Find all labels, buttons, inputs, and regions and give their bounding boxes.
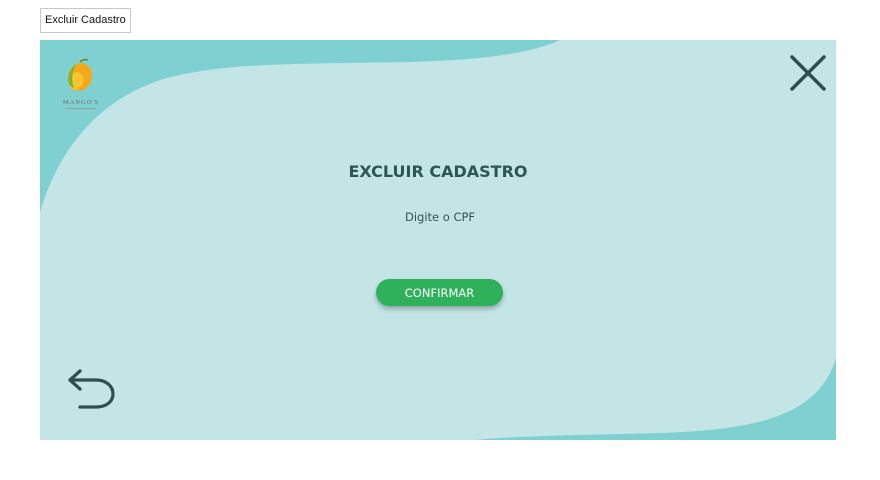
mangos-logo: MANGO'S: [58, 56, 104, 112]
excluir-cadastro-button[interactable]: Excluir Cadastro: [40, 8, 131, 33]
confirm-button[interactable]: CONFIRMAR: [376, 279, 503, 306]
logo-brand-text: MANGO'S: [62, 99, 100, 106]
panel-light-fill: [40, 40, 836, 440]
logo-divider: [66, 108, 96, 109]
mango-icon: [67, 58, 93, 91]
close-icon[interactable]: [788, 53, 828, 93]
delete-account-panel: MANGO'S EXCLUIR CADASTRO CONFIRMAR: [40, 40, 836, 440]
cpf-input[interactable]: [338, 205, 542, 229]
panel-background: [40, 40, 836, 440]
dialog-title: EXCLUIR CADASTRO: [348, 162, 528, 181]
back-arrow-icon[interactable]: [66, 368, 116, 412]
